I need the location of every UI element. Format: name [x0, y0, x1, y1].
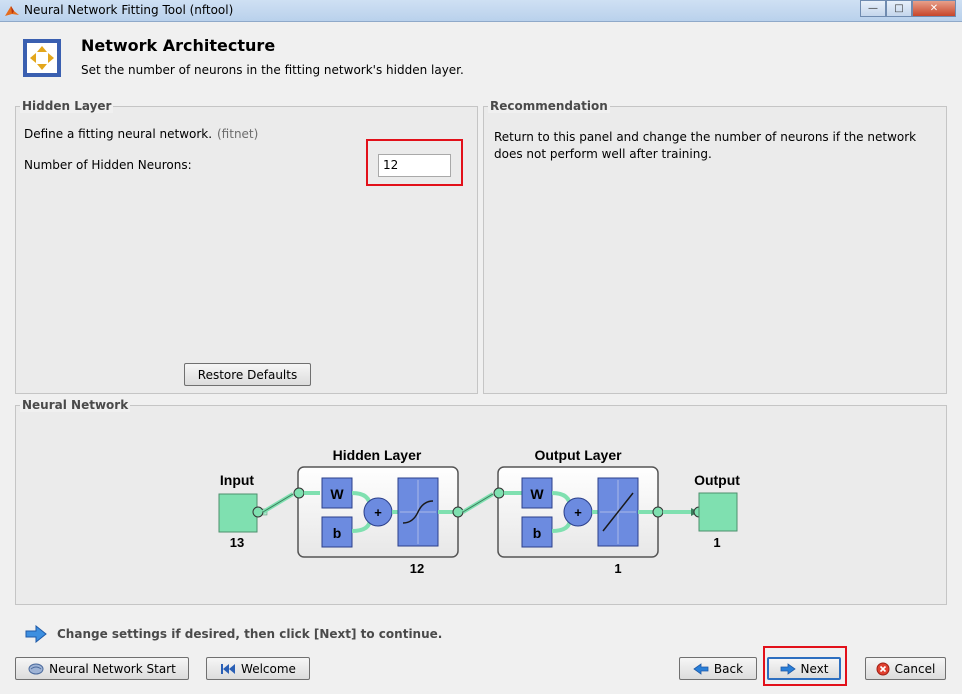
network-architecture-icon — [23, 39, 61, 77]
output-node — [698, 492, 738, 532]
back-label: Back — [713, 661, 744, 676]
output-layer-title: Output Layer — [534, 447, 622, 463]
minimize-button[interactable]: — — [860, 0, 886, 17]
neural-network-start-button[interactable]: Neural Network Start — [15, 657, 189, 680]
restore-defaults-label: Restore Defaults — [197, 367, 298, 382]
restore-defaults-button[interactable]: Restore Defaults — [184, 363, 311, 386]
window-title: Neural Network Fitting Tool (nftool) — [24, 3, 234, 17]
matlab-icon — [5, 6, 19, 16]
output-weight-symbol: W — [530, 486, 544, 502]
output-size: 1 — [713, 535, 720, 550]
hidden-weight-symbol: W — [330, 486, 344, 502]
neural-network-start-label: Neural Network Start — [49, 661, 176, 676]
output-sum-symbol: + — [574, 505, 582, 520]
recommendation-panel: Recommendation Return to this panel and … — [483, 99, 947, 394]
skip-back-icon — [221, 663, 236, 674]
arrow-right-icon — [25, 625, 47, 643]
input-node — [218, 493, 258, 533]
brain-icon — [28, 663, 44, 674]
cancel-button[interactable]: Cancel — [865, 657, 946, 680]
cancel-label: Cancel — [894, 661, 936, 676]
next-highlight-box — [763, 646, 847, 686]
hidden-neurons-label: Number of Hidden Neurons: — [24, 158, 192, 172]
window-controls: — □ ✕ — [860, 0, 956, 18]
arrow-left-icon — [693, 662, 709, 675]
define-network-text: Define a fitting neural network. — [24, 127, 213, 141]
welcome-button[interactable]: Welcome — [206, 657, 310, 680]
hidden-sum-symbol: + — [374, 505, 382, 520]
output-label: Output — [694, 472, 740, 488]
input-label: Input — [220, 472, 255, 488]
hidden-layer-legend: Hidden Layer — [20, 99, 114, 113]
recommendation-legend: Recommendation — [488, 99, 610, 113]
maximize-button[interactable]: □ — [886, 0, 912, 17]
page-title: Network Architecture — [81, 36, 276, 55]
footer-hint: Change settings if desired, then click [… — [25, 625, 442, 643]
hidden-layer-size: 12 — [410, 561, 424, 576]
hidden-bias-symbol: b — [333, 525, 342, 541]
output-bias-symbol: b — [533, 525, 542, 541]
recommendation-text: Return to this panel and change the numb… — [494, 130, 917, 161]
page-subtitle: Set the number of neurons in the fitting… — [81, 63, 464, 77]
cancel-icon — [876, 662, 890, 675]
page-header: Network Architecture Set the number of n… — [0, 22, 962, 92]
title-bar: Neural Network Fitting Tool (nftool) — □… — [0, 0, 962, 22]
footer-hint-text: Change settings if desired, then click [… — [57, 627, 443, 641]
output-layer-size: 1 — [614, 561, 621, 576]
network-diagram: Input 13 Hidden Layer 12 Output Layer 1 … — [218, 447, 740, 576]
fitnet-hint: (fitnet) — [217, 127, 259, 141]
back-button[interactable]: Back — [679, 657, 757, 680]
welcome-label: Welcome — [241, 661, 296, 676]
close-button[interactable]: ✕ — [912, 0, 956, 17]
input-size: 13 — [230, 535, 244, 550]
neurons-highlight-box — [366, 139, 463, 186]
hidden-layer-title: Hidden Layer — [333, 447, 422, 463]
